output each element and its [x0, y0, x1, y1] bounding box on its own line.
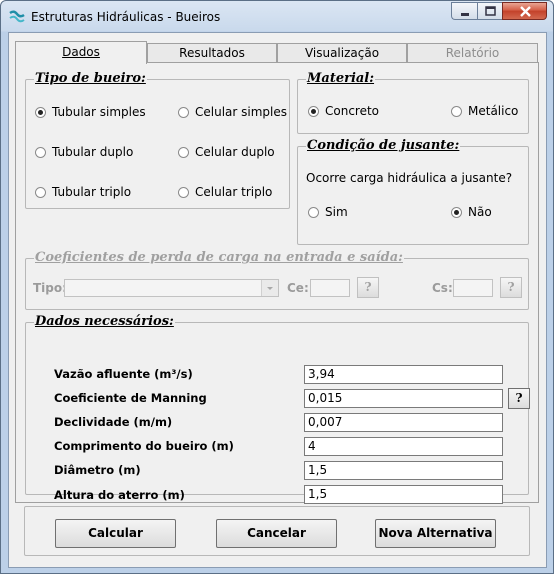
group-legend: Coeficientes de perda de carga na entrad… — [34, 250, 404, 265]
minimize-button[interactable] — [451, 2, 477, 20]
jusante-question: Ocorre carga hidráulica a jusante? — [306, 171, 513, 185]
button-label: Calcular — [88, 526, 143, 540]
radio-metalico[interactable]: Metálico — [451, 104, 518, 118]
manning-input[interactable]: 0,015 — [304, 389, 503, 408]
group-tipo-bueiro: Tipo de bueiro: Tubular simples Celular … — [25, 71, 290, 209]
group-legend: Dados necessários: — [34, 314, 175, 329]
radio-circle — [308, 105, 319, 117]
comprimento-input[interactable]: 4 — [304, 437, 503, 456]
tab-label: Visualização — [304, 46, 380, 60]
label-altura-aterro: Altura do aterro (m) — [54, 488, 185, 502]
manning-help-button[interactable]: ? — [508, 388, 530, 409]
radio-label: Tubular simples — [52, 105, 146, 119]
ce-input[interactable] — [310, 279, 350, 297]
tab-relatorio[interactable]: Relatório — [407, 43, 538, 62]
radio-celular-duplo[interactable]: Celular duplo — [178, 145, 275, 159]
tipo-label: Tipo: — [33, 281, 67, 295]
cs-label: Cs: — [432, 281, 453, 295]
radio-circle — [451, 206, 462, 218]
tab-label: Dados — [62, 45, 100, 59]
label-comprimento: Comprimento do bueiro (m) — [54, 439, 234, 453]
group-legend: Tipo de bueiro: — [34, 71, 147, 86]
tab-resultados[interactable]: Resultados — [147, 43, 277, 62]
client-area: Dados Resultados Visualização Relatório … — [8, 32, 547, 568]
declividade-input[interactable]: 0,007 — [304, 413, 503, 432]
radio-label: Sim — [325, 205, 348, 219]
tab-dados[interactable]: Dados — [15, 41, 147, 64]
close-icon — [520, 6, 531, 17]
cs-help-button[interactable]: ? — [500, 277, 522, 298]
radio-label: Metálico — [468, 104, 519, 118]
calcular-button[interactable]: Calcular — [55, 519, 176, 548]
tab-label: Relatório — [445, 46, 500, 60]
radio-sim[interactable]: Sim — [308, 205, 348, 219]
tipo-select[interactable] — [64, 279, 279, 297]
maximize-button[interactable] — [477, 2, 502, 20]
maximize-icon — [485, 6, 496, 16]
window-controls — [451, 2, 547, 21]
label-diametro: Diâmetro (m) — [54, 463, 141, 477]
ce-help-button[interactable]: ? — [357, 277, 379, 298]
radio-circle — [35, 186, 46, 198]
minimize-icon — [461, 13, 469, 16]
group-material: Material: Concreto Metálico — [297, 71, 529, 134]
radio-label: Tubular duplo — [52, 145, 134, 159]
label-manning: Coeficiente de Manning — [54, 391, 207, 405]
radio-tubular-simples[interactable]: Tubular simples — [35, 105, 146, 119]
group-condicao-jusante: Condição de jusante: Ocorre carga hidráu… — [297, 138, 529, 245]
radio-nao[interactable]: Não — [451, 205, 492, 219]
tab-visualizacao[interactable]: Visualização — [277, 43, 407, 62]
button-label: Cancelar — [247, 526, 306, 540]
radio-celular-simples[interactable]: Celular simples — [178, 105, 287, 119]
group-legend: Material: — [306, 71, 376, 86]
title-bar[interactable]: Estruturas Hidráulicas - Bueiros — [1, 1, 553, 32]
group-legend: Condição de jusante: — [306, 138, 461, 153]
radio-label: Celular simples — [195, 105, 287, 119]
radio-concreto[interactable]: Concreto — [308, 104, 379, 118]
group-coeficientes: Coeficientes de perda de carga na entrad… — [25, 250, 529, 310]
radio-label: Celular duplo — [195, 145, 275, 159]
radio-label: Concreto — [325, 104, 380, 118]
radio-circle — [451, 105, 462, 117]
radio-tubular-duplo[interactable]: Tubular duplo — [35, 145, 133, 159]
radio-celular-triplo[interactable]: Celular triplo — [178, 185, 272, 199]
close-button[interactable] — [502, 2, 547, 20]
button-label: Nova Alternativa — [378, 526, 493, 540]
radio-circle — [308, 206, 319, 218]
diametro-input[interactable]: 1,5 — [304, 461, 503, 480]
chevron-down-icon — [261, 280, 278, 296]
vazao-input[interactable]: 3,94 — [304, 365, 503, 384]
ce-label: Ce: — [287, 281, 309, 295]
label-vazao: Vazão afluente (m³/s) — [54, 367, 193, 381]
radio-tubular-triplo[interactable]: Tubular triplo — [35, 185, 131, 199]
radio-circle — [178, 146, 189, 158]
radio-circle — [178, 186, 189, 198]
tab-panel-dados: Tipo de bueiro: Tubular simples Celular … — [15, 62, 539, 504]
altura-aterro-input[interactable]: 1,5 — [304, 485, 503, 504]
radio-label: Celular triplo — [195, 185, 273, 199]
label-declividade: Declividade (m/m) — [54, 415, 173, 429]
radio-label: Tubular triplo — [52, 185, 132, 199]
cancelar-button[interactable]: Cancelar — [216, 519, 337, 548]
nova-alternativa-button[interactable]: Nova Alternativa — [375, 519, 496, 548]
window-title: Estruturas Hidráulicas - Bueiros — [31, 10, 221, 24]
radio-circle — [35, 106, 46, 118]
radio-label: Não — [468, 205, 492, 219]
app-icon — [9, 9, 25, 23]
tab-label: Resultados — [179, 46, 245, 60]
cs-input[interactable] — [453, 279, 493, 297]
app-window: Estruturas Hidráulicas - Bueiros Dados R… — [0, 0, 554, 574]
radio-circle — [35, 146, 46, 158]
radio-circle — [178, 106, 189, 118]
